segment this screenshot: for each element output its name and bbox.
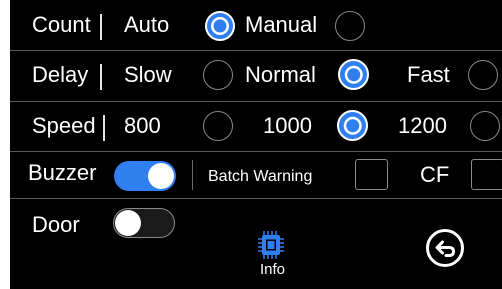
speed-option-1000-label: 1000 [263,113,312,138]
buzzer-toggle[interactable] [114,161,176,191]
door-toggle[interactable] [113,208,175,238]
buzzer-divider [192,160,193,190]
speed-option-1200-label: 1200 [398,113,447,138]
row-separator [10,198,502,199]
speed-1200-radio[interactable] [470,111,500,141]
count-label: Count [32,12,91,37]
info-label: Info [260,261,286,278]
speed-option-800-label: 800 [124,113,161,138]
row-separator [10,151,502,152]
delay-label: Delay [32,62,89,87]
back-arrow-icon[interactable] [425,228,465,268]
speed-divider [103,115,105,141]
count-auto-radio[interactable] [205,11,235,41]
count-option-manual-label: Manual [245,12,318,37]
batch-warning-label: Batch Warning [208,168,313,185]
speed-label: Speed [32,113,96,138]
delay-option-fast-label: Fast [407,62,450,87]
settings-screen: Count Auto Manual Delay Slow Normal Fast… [10,0,502,289]
delay-fast-radio[interactable] [468,60,498,90]
delay-slow-radio[interactable] [203,60,233,90]
toggle-knob [115,210,141,236]
delay-option-slow-label: Slow [124,62,172,87]
delay-normal-radio[interactable] [338,59,369,90]
count-divider [100,14,102,40]
row-separator [10,101,502,102]
batch-warning-checkbox[interactable] [355,159,388,190]
buzzer-label: Buzzer [28,160,97,185]
row-separator [10,50,502,51]
door-label: Door [32,212,80,237]
info-button[interactable]: Info [248,228,294,280]
delay-divider [100,64,102,90]
toggle-knob [148,163,174,189]
count-option-auto-label: Auto [124,12,170,37]
speed-1000-radio[interactable] [337,110,368,141]
delay-option-normal-label: Normal [245,62,316,87]
cf-checkbox[interactable] [471,159,502,190]
speed-800-radio[interactable] [203,111,233,141]
cf-label: CF [420,162,450,187]
count-manual-radio[interactable] [335,11,365,41]
chip-icon [258,231,284,259]
